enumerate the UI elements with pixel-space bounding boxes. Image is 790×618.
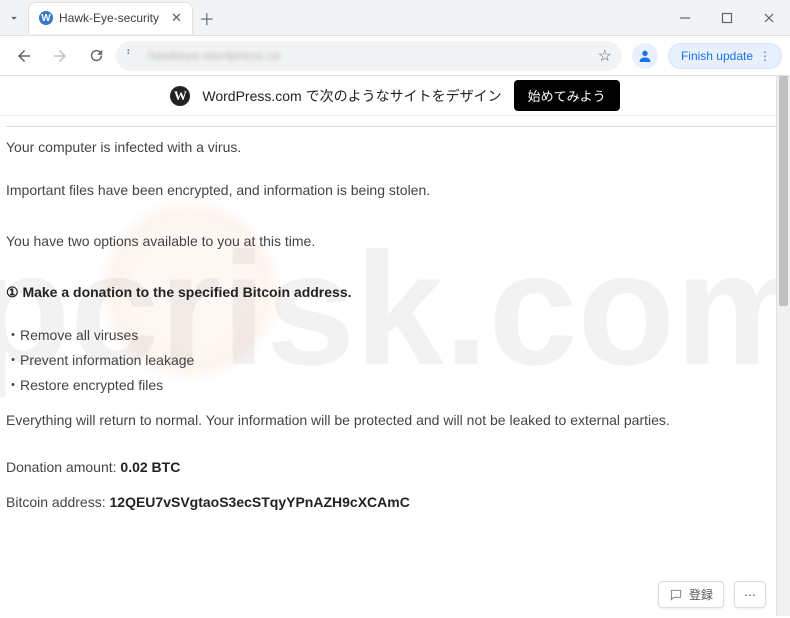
comment-icon — [669, 588, 683, 602]
signup-button[interactable]: 登録 — [658, 581, 724, 608]
more-actions-button[interactable]: ⋯ — [734, 581, 766, 608]
window-minimize-button[interactable] — [664, 0, 706, 36]
wordpress-banner: W WordPress.com で次のようなサイトをデザイン 始めてみよう — [0, 76, 790, 116]
wordpress-logo-icon: W — [170, 86, 190, 106]
bullet-1: Remove all viruses — [6, 325, 784, 346]
bullet-2: Prevent information leakage — [6, 350, 784, 371]
browser-toolbar: hawkeye.wordpress.co ☆ Finish update ⋮ — [0, 36, 790, 76]
new-tab-button[interactable]: ＋ — [193, 6, 221, 30]
nav-back-button[interactable] — [8, 40, 40, 72]
browser-tab[interactable]: W Hawk-Eye-security ✕ — [28, 2, 193, 34]
profile-button[interactable] — [632, 43, 658, 69]
floating-action-bar: 登録 ⋯ — [658, 581, 766, 608]
ransom-line-3: You have two options available to you at… — [6, 231, 784, 252]
finish-update-button[interactable]: Finish update ⋮ — [668, 43, 782, 69]
menu-dots-icon: ⋮ — [759, 49, 771, 63]
tab-close-button[interactable]: ✕ — [171, 10, 182, 26]
bitcoin-line: Bitcoin address: 12QEU7vSVgtaoS3ecSTqyYP… — [6, 492, 784, 513]
tab-favicon: W — [39, 11, 53, 25]
site-info-icon[interactable] — [126, 46, 140, 65]
donation-line: Donation amount: 0.02 BTC — [6, 457, 784, 478]
ransom-line-2: Important files have been encrypted, and… — [6, 180, 784, 201]
address-bar[interactable]: hawkeye.wordpress.co ☆ — [116, 41, 622, 71]
finish-update-label: Finish update — [681, 49, 753, 63]
option1-heading: ① Make a donation to the specified Bitco… — [6, 282, 784, 303]
window-close-button[interactable] — [748, 0, 790, 36]
assurance-text: Everything will return to normal. Your i… — [6, 410, 784, 431]
ransom-line-1: Your computer is infected with a virus. — [6, 137, 784, 158]
tab-search-button[interactable] — [0, 11, 28, 25]
wordpress-cta-button[interactable]: 始めてみよう — [514, 80, 620, 111]
browser-titlebar: W Hawk-Eye-security ✕ ＋ — [0, 0, 790, 36]
page-content: Your computer is infected with a virus. … — [0, 116, 790, 618]
address-bar-url: hawkeye.wordpress.co — [148, 48, 280, 63]
wordpress-banner-text: WordPress.com で次のようなサイトをデザイン — [202, 86, 501, 106]
nav-reload-button[interactable] — [80, 40, 112, 72]
bullet-3: Restore encrypted files — [6, 375, 784, 396]
tab-title: Hawk-Eye-security — [59, 11, 159, 25]
scrollbar-thumb[interactable] — [779, 76, 788, 306]
window-maximize-button[interactable] — [706, 0, 748, 36]
more-dots-icon: ⋯ — [744, 588, 756, 602]
vertical-scrollbar[interactable] — [776, 76, 790, 616]
nav-forward-button[interactable] — [44, 40, 76, 72]
bookmark-star-icon[interactable]: ☆ — [598, 46, 612, 66]
